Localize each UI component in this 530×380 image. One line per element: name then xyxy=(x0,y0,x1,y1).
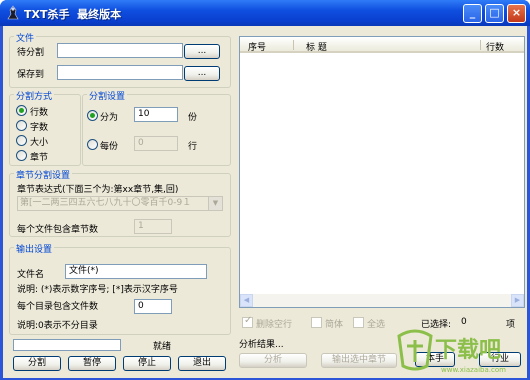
pause-button[interactable]: 暂停 xyxy=(68,356,116,371)
each-count-input[interactable]: 0 xyxy=(134,136,178,151)
exit-button[interactable]: 退出 xyxy=(178,356,226,371)
radio-words-label: 字数 xyxy=(30,123,49,133)
split-settings-group: 分割设置 xyxy=(82,89,231,166)
split-button[interactable]: 分割 xyxy=(13,356,61,371)
watermark-logo-icon xyxy=(397,329,433,371)
item-unit-label: 项 xyxy=(506,320,516,330)
per-dir-label: 每个目录包含文件数 xyxy=(17,302,99,312)
analysis-result-label: 分析结果... xyxy=(239,340,284,350)
remove-blank-label: 删除空行 xyxy=(256,320,293,330)
minimize-button[interactable]: _ xyxy=(463,4,482,23)
app-icon xyxy=(7,5,19,20)
each-unit: 行 xyxy=(188,142,198,152)
column-divider[interactable] xyxy=(480,40,481,50)
filename-input[interactable]: 文件(*) xyxy=(65,264,207,279)
save-label: 保存到 xyxy=(17,70,45,80)
chapter-expr-select[interactable]: 第[一二两三四五六七八九十〇零百千0-9１ ▼ xyxy=(17,196,223,211)
scroll-right-icon[interactable]: ▶ xyxy=(511,294,524,307)
selected-count-value: 0 xyxy=(461,317,467,327)
browse-source-button[interactable]: ... xyxy=(184,44,220,59)
divide-count-input[interactable]: 10 xyxy=(134,107,178,122)
chevron-down-icon: ▼ xyxy=(208,197,222,210)
output-note-2: 说明:0表示不分目录 xyxy=(17,321,98,331)
list-header: 序号 标 题 行数 xyxy=(240,37,524,53)
simplified-checkbox[interactable] xyxy=(311,317,322,328)
simplified-label: 简体 xyxy=(325,320,344,330)
each-label: 每份 xyxy=(100,142,119,152)
browse-save-button[interactable]: ... xyxy=(184,66,220,81)
per-dir-input[interactable]: 0 xyxy=(134,299,172,314)
split-mode-legend: 分割方式 xyxy=(14,89,55,102)
column-title[interactable]: 标 题 xyxy=(306,40,327,53)
filename-label: 文件名 xyxy=(17,270,45,280)
divide-label: 分为 xyxy=(100,113,119,123)
radio-lines-label: 行数 xyxy=(30,108,49,118)
save-path-input[interactable] xyxy=(57,65,183,80)
file-legend: 文件 xyxy=(14,31,37,44)
chapter-expr-label: 章节表达式(下面三个为:第xx章节,集,回) xyxy=(17,185,179,195)
column-divider[interactable] xyxy=(293,40,294,50)
chapter-list[interactable]: 序号 标 题 行数 ◀ ▶ xyxy=(239,36,525,308)
source-label: 待分割 xyxy=(17,48,45,58)
files-per-chapter-label: 每个文件包含章节数 xyxy=(17,225,99,235)
split-settings-legend: 分割设置 xyxy=(87,89,128,102)
stop-button[interactable]: 停止 xyxy=(123,356,171,371)
radio-divide[interactable] xyxy=(87,110,98,121)
chapter-expr-value: 第[一二两三四五六七八九十〇零百千0-9１ xyxy=(20,198,192,208)
radio-chapter[interactable] xyxy=(16,150,27,161)
radio-lines[interactable] xyxy=(16,105,27,116)
remove-blank-checkbox[interactable] xyxy=(242,315,253,328)
column-lines[interactable]: 行数 xyxy=(486,40,504,53)
horizontal-scrollbar[interactable]: ◀ ▶ xyxy=(240,294,524,307)
export-selected-button[interactable]: 输出选中章节 xyxy=(321,353,397,368)
files-per-chapter-input[interactable]: 1 xyxy=(134,219,172,234)
radio-words[interactable] xyxy=(16,120,27,131)
client-area: 文件 待分割 ... 保存到 ... 分割方式 行数 字数 大小 章节 分割设置… xyxy=(3,26,527,378)
column-index[interactable]: 序号 xyxy=(248,40,266,53)
select-all-label: 全选 xyxy=(367,320,386,330)
radio-each[interactable] xyxy=(87,139,98,150)
maximize-button[interactable]: □ xyxy=(485,4,504,23)
title-bar[interactable]: TXT杀手 最终版本 _ □ × xyxy=(0,0,530,26)
select-all-checkbox[interactable] xyxy=(353,317,364,328)
watermark-url: www.xiazaiba.com xyxy=(441,366,506,374)
progress-field xyxy=(13,339,121,351)
radio-size[interactable] xyxy=(16,135,27,146)
analyze-button[interactable]: 分析 xyxy=(239,353,307,368)
chapter-legend: 章节分割设置 xyxy=(14,168,73,181)
radio-size-label: 大小 xyxy=(30,138,49,148)
source-file-input[interactable] xyxy=(57,43,183,58)
output-note-1: 说明: (*)表示数字序号; [*]表示汉字序号 xyxy=(17,285,178,295)
status-text: 就绪 xyxy=(153,342,172,352)
divide-unit: 份 xyxy=(188,113,198,123)
watermark-text: 下载吧 xyxy=(435,338,502,363)
output-legend: 输出设置 xyxy=(14,242,55,255)
radio-chapter-label: 章节 xyxy=(30,153,49,163)
scroll-left-icon[interactable]: ◀ xyxy=(240,294,253,307)
main-window: TXT杀手 最终版本 _ □ × 文件 待分割 ... 保存到 ... 分割方式… xyxy=(0,0,530,380)
close-button[interactable]: × xyxy=(507,4,526,23)
window-title: TXT杀手 最终版本 xyxy=(24,8,122,21)
